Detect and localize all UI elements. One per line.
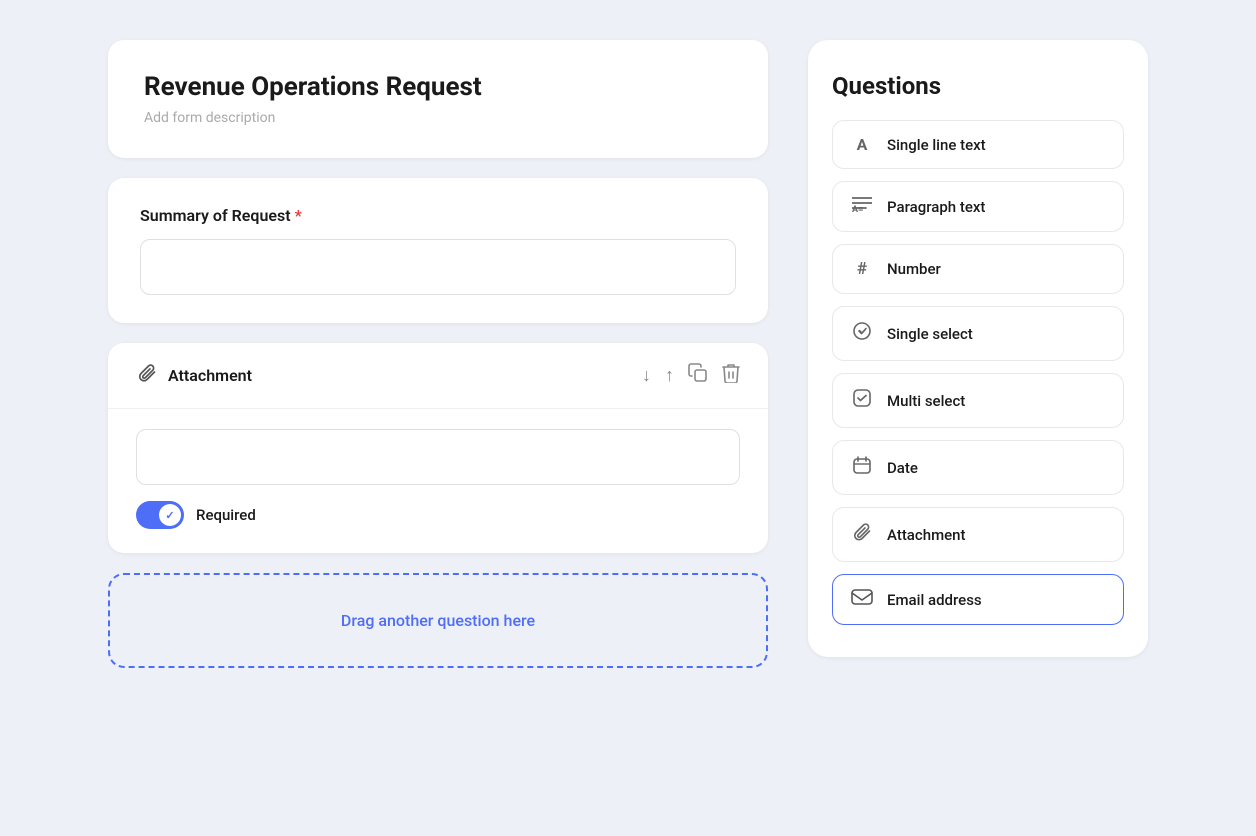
drag-zone-text: Drag another question here bbox=[341, 611, 535, 630]
attachment-label-group: Attachment bbox=[136, 363, 252, 388]
question-item-paragraph-text[interactable]: A≡ Paragraph text bbox=[832, 181, 1124, 232]
question-item-number[interactable]: # Number bbox=[832, 244, 1124, 294]
attachment-q-icon bbox=[851, 522, 873, 547]
required-toggle-row: ✓ Required bbox=[136, 501, 740, 529]
questions-panel: Questions A Single line text A≡ Paragrap… bbox=[808, 40, 1148, 657]
summary-text-input[interactable] bbox=[140, 239, 736, 295]
number-icon: # bbox=[851, 259, 873, 279]
attachment-body: ✓ Required bbox=[108, 409, 768, 553]
number-label: Number bbox=[887, 260, 941, 278]
attachment-icon bbox=[136, 363, 158, 388]
required-label: Required bbox=[196, 506, 256, 524]
questions-panel-title: Questions bbox=[832, 72, 1124, 100]
paragraph-text-label: Paragraph text bbox=[887, 198, 985, 216]
multi-select-label: Multi select bbox=[887, 392, 965, 410]
left-panel: Revenue Operations Request Add form desc… bbox=[108, 40, 768, 668]
move-up-icon[interactable]: ↑ bbox=[665, 365, 674, 386]
single-select-icon bbox=[851, 321, 873, 346]
paragraph-text-icon: A≡ bbox=[851, 196, 873, 217]
required-star: * bbox=[295, 206, 302, 225]
question-item-single-line-text[interactable]: A Single line text bbox=[832, 120, 1124, 169]
attachment-q-label: Attachment bbox=[887, 526, 966, 544]
summary-field-card: Summary of Request* bbox=[108, 178, 768, 323]
date-icon bbox=[851, 455, 873, 480]
summary-field-label: Summary of Request* bbox=[140, 206, 736, 225]
app-container: Revenue Operations Request Add form desc… bbox=[0, 0, 1256, 836]
question-item-single-select[interactable]: Single select bbox=[832, 306, 1124, 361]
single-line-text-label: Single line text bbox=[887, 136, 986, 154]
required-toggle[interactable]: ✓ bbox=[136, 501, 184, 529]
multi-select-icon bbox=[851, 388, 873, 413]
attachment-header: Attachment ↓ ↑ bbox=[108, 343, 768, 409]
attachment-input[interactable] bbox=[136, 429, 740, 485]
email-icon bbox=[851, 589, 873, 610]
attachment-label: Attachment bbox=[168, 366, 252, 385]
duplicate-icon[interactable] bbox=[688, 363, 708, 388]
attachment-card: Attachment ↓ ↑ bbox=[108, 343, 768, 553]
question-item-email[interactable]: Email address bbox=[832, 574, 1124, 625]
email-label: Email address bbox=[887, 591, 982, 609]
question-item-attachment[interactable]: Attachment bbox=[832, 507, 1124, 562]
question-item-date[interactable]: Date bbox=[832, 440, 1124, 495]
toggle-knob: ✓ bbox=[159, 504, 181, 526]
drag-drop-zone[interactable]: Drag another question here bbox=[108, 573, 768, 668]
form-title[interactable]: Revenue Operations Request bbox=[144, 72, 732, 102]
toggle-check-icon: ✓ bbox=[165, 509, 174, 522]
attachment-actions: ↓ ↑ bbox=[642, 363, 740, 388]
date-label: Date bbox=[887, 459, 918, 477]
move-down-icon[interactable]: ↓ bbox=[642, 365, 651, 386]
delete-icon[interactable] bbox=[722, 363, 740, 388]
form-description-placeholder[interactable]: Add form description bbox=[144, 110, 732, 126]
question-item-multi-select[interactable]: Multi select bbox=[832, 373, 1124, 428]
form-header-card: Revenue Operations Request Add form desc… bbox=[108, 40, 768, 158]
single-select-label: Single select bbox=[887, 325, 973, 343]
single-line-text-icon: A bbox=[851, 135, 873, 154]
svg-text:A≡: A≡ bbox=[852, 205, 863, 212]
